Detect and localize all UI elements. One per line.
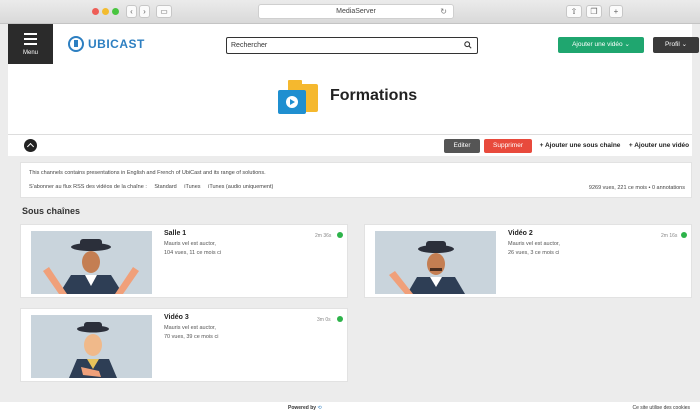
search-input[interactable]: Rechercher bbox=[226, 37, 478, 54]
minimize-window-dot[interactable] bbox=[102, 8, 109, 15]
share-icon[interactable]: ⇧ bbox=[566, 5, 582, 18]
page-title: Formations bbox=[330, 87, 418, 104]
ubicast-logo-icon bbox=[68, 36, 84, 52]
delete-button[interactable]: Supprimer bbox=[484, 139, 532, 153]
browser-chrome: ‹ › ▭ MediaServer ↻ ⇧ ❐ + bbox=[0, 0, 700, 24]
chevron-down-icon: ⌄ bbox=[624, 41, 630, 48]
add-video-button[interactable]: Ajouter une vidéo ⌄ bbox=[558, 37, 644, 53]
section-title: Sous chaînes bbox=[22, 206, 81, 216]
menu-label: Menu bbox=[22, 50, 38, 56]
card-views: 26 vues, 3 ce mois ci bbox=[508, 250, 560, 256]
presenter-illustration bbox=[31, 315, 152, 378]
rss-itunes-link[interactable]: iTunes bbox=[184, 184, 200, 190]
card-duration: 2m 16s bbox=[661, 233, 678, 239]
channel-folder-icon bbox=[278, 80, 318, 114]
card-title[interactable]: Vidéo 2 bbox=[508, 230, 533, 237]
new-tab-icon[interactable]: + bbox=[609, 5, 623, 18]
status-indicator-icon bbox=[337, 232, 343, 238]
presenter-illustration bbox=[375, 231, 496, 294]
add-subchannel-label: Ajouter une sous chaîne bbox=[544, 142, 621, 149]
card-duration: 3m 0s bbox=[317, 317, 331, 323]
reload-icon[interactable]: ↻ bbox=[440, 5, 447, 18]
maximize-window-dot[interactable] bbox=[112, 8, 119, 15]
collapse-icon[interactable] bbox=[24, 139, 37, 152]
back-icon[interactable]: ‹ bbox=[126, 5, 137, 18]
cookies-notice[interactable]: Ce site utilise des cookies bbox=[632, 402, 690, 414]
channel-toolbar: Editer Supprimer + Ajouter une sous chaî… bbox=[8, 134, 692, 156]
chevron-down-icon: ⌄ bbox=[681, 41, 688, 48]
forward-icon[interactable]: › bbox=[139, 5, 150, 18]
logo-text: UBICAST bbox=[88, 37, 145, 51]
presenter-illustration bbox=[31, 231, 152, 294]
add-subchannel-button[interactable]: + Ajouter une sous chaîne bbox=[538, 139, 622, 153]
page-footer: Powered by ⟲ Ce site utilise des cookies bbox=[0, 402, 700, 414]
profile-button[interactable]: Profil ⌄ bbox=[653, 37, 699, 53]
app-header: Menu UBICAST Rechercher Ajouter une vidé… bbox=[8, 24, 699, 64]
profile-label: Profil bbox=[664, 41, 680, 48]
subchannel-card[interactable]: Vidéo 2 Mauris vel est auctor, 26 vues, … bbox=[364, 224, 692, 298]
sidebar-toggle-icon[interactable]: ▭ bbox=[156, 5, 172, 18]
rss-itunes-audio-link[interactable]: iTunes (audio uniquement) bbox=[208, 184, 273, 190]
address-bar[interactable]: MediaServer ↻ bbox=[258, 4, 454, 19]
card-views: 70 vues, 39 ce mois ci bbox=[164, 334, 219, 340]
status-indicator-icon bbox=[337, 316, 343, 322]
rss-standard-link[interactable]: Standard bbox=[154, 184, 176, 190]
search-icon[interactable] bbox=[464, 41, 472, 49]
video-thumbnail[interactable] bbox=[31, 315, 152, 378]
rss-subscription: S'abonner au flux RSS des vidéos de la c… bbox=[29, 184, 279, 190]
powered-by: Powered by ⟲ bbox=[288, 405, 322, 411]
close-window-dot[interactable] bbox=[92, 8, 99, 15]
tabs-icon[interactable]: ❐ bbox=[586, 5, 602, 18]
address-text: MediaServer bbox=[336, 8, 376, 15]
channel-info-box: This channels contains presentations in … bbox=[20, 162, 692, 198]
menu-button[interactable]: Menu bbox=[8, 24, 53, 64]
card-duration: 2m 36s bbox=[315, 233, 332, 239]
card-title[interactable]: Salle 1 bbox=[164, 230, 186, 237]
channel-description: This channels contains presentations in … bbox=[29, 170, 266, 176]
hamburger-icon bbox=[24, 33, 37, 48]
logo[interactable]: UBICAST bbox=[68, 35, 145, 53]
ubicast-small-logo-icon[interactable]: ⟲ bbox=[317, 405, 321, 411]
channel-stats: 9269 vues, 221 ce mois • 0 annotations bbox=[588, 185, 685, 191]
card-description: Mauris vel est auctor, bbox=[164, 325, 216, 331]
add-video-link-button[interactable]: + Ajouter une vidéo bbox=[626, 139, 692, 153]
add-video-label: Ajouter une vidéo bbox=[572, 41, 623, 48]
video-thumbnail[interactable] bbox=[375, 231, 496, 294]
subchannel-card[interactable]: Salle 1 Mauris vel est auctor, 104 vues,… bbox=[20, 224, 348, 298]
edit-button[interactable]: Editer bbox=[444, 139, 480, 153]
search-placeholder: Rechercher bbox=[231, 42, 268, 49]
card-description: Mauris vel est auctor, bbox=[508, 241, 560, 247]
card-description: Mauris vel est auctor, bbox=[164, 241, 216, 247]
video-thumbnail[interactable] bbox=[31, 231, 152, 294]
rss-label: S'abonner au flux RSS des vidéos de la c… bbox=[29, 184, 147, 190]
subchannel-card[interactable]: Vidéo 3 Mauris vel est auctor, 70 vues, … bbox=[20, 308, 348, 382]
channel-header: Formations bbox=[8, 64, 692, 134]
status-indicator-icon bbox=[681, 232, 687, 238]
card-title[interactable]: Vidéo 3 bbox=[164, 314, 189, 321]
card-views: 104 vues, 11 ce mois ci bbox=[164, 250, 222, 256]
add-video-link-label: Ajouter une vidéo bbox=[634, 142, 690, 149]
